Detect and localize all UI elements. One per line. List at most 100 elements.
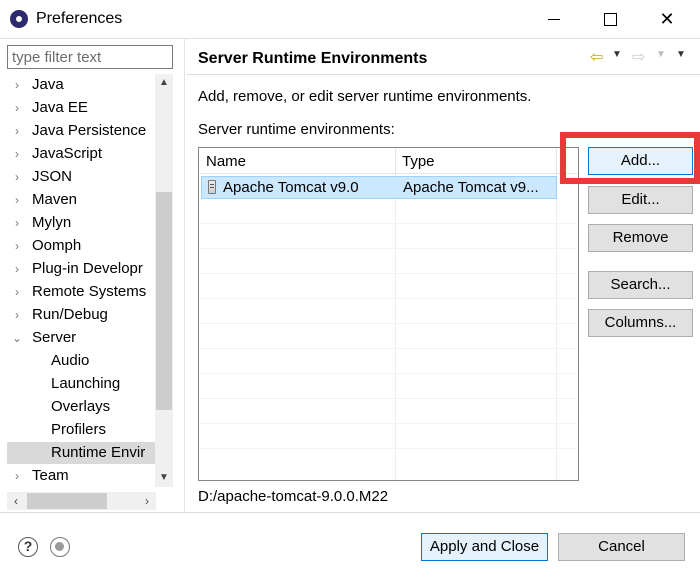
tree-item-json[interactable]: › JSON <box>7 166 162 188</box>
column-gridline <box>556 174 557 480</box>
tree-item-oomph[interactable]: › Oomph <box>7 235 162 257</box>
chevron-down-icon[interactable]: ⌄ <box>11 327 23 349</box>
eclipse-icon <box>10 10 28 28</box>
page-description: Add, remove, or edit server runtime envi… <box>198 88 532 105</box>
row-gridline <box>199 348 578 349</box>
tree-item-java-persistence[interactable]: › Java Persistence <box>7 120 162 142</box>
tree-item-label: Profilers <box>51 421 107 438</box>
scrollbar-thumb[interactable] <box>27 493 107 509</box>
forward-dropdown-icon[interactable]: ▼ <box>656 49 666 60</box>
add-button[interactable]: Add... <box>588 147 693 175</box>
chevron-right-icon[interactable]: › <box>11 120 23 142</box>
title-bar: Preferences ✕ <box>0 0 700 38</box>
row-gridline <box>199 373 578 374</box>
forward-arrow-icon[interactable]: ⇨ <box>632 47 645 67</box>
preference-tree: › Java › Java EE › Java Persistence › JavaSc… <box>7 74 174 510</box>
row-gridline <box>199 448 578 449</box>
scroll-up-icon[interactable]: ▲ <box>155 74 173 92</box>
tree-item-label: Overlays <box>51 398 111 415</box>
column-gridline <box>395 174 396 480</box>
tree-item-label: Audio <box>51 352 90 369</box>
chevron-right-icon[interactable]: › <box>11 258 23 280</box>
tree-item-javascript[interactable]: › JavaScript <box>7 143 162 165</box>
panel-divider[interactable] <box>184 38 185 512</box>
maximize-button[interactable] <box>587 0 633 38</box>
tree-item-plugin-development[interactable]: › Plug-in Developr <box>7 258 162 280</box>
tree-item-label: Java Persistence <box>32 122 147 139</box>
minimize-button[interactable] <box>531 0 577 38</box>
chevron-right-icon[interactable]: › <box>11 304 23 326</box>
scroll-down-icon[interactable]: ▼ <box>155 469 173 487</box>
column-header-type[interactable]: Type <box>402 153 435 170</box>
row-gridline <box>199 398 578 399</box>
chevron-right-icon[interactable]: › <box>11 97 23 119</box>
chevron-right-icon[interactable]: › <box>11 465 23 487</box>
column-divider[interactable] <box>556 148 557 174</box>
table-header: Name Type <box>199 148 578 174</box>
columns-button[interactable]: Columns... <box>588 309 693 337</box>
scroll-left-icon[interactable]: ‹ <box>7 492 25 510</box>
tree-item-label: Launching <box>51 375 121 392</box>
chevron-right-icon[interactable]: › <box>11 281 23 303</box>
row-gridline <box>199 323 578 324</box>
column-divider[interactable] <box>395 148 396 174</box>
tree-item-remote-systems[interactable]: › Remote Systems <box>7 281 162 303</box>
tree-item-profilers[interactable]: Profilers <box>7 419 162 441</box>
tree-item-run-debug[interactable]: › Run/Debug <box>7 304 162 326</box>
row-gridline <box>199 223 578 224</box>
tree-item-label: Oomph <box>32 237 82 254</box>
scrollbar-thumb[interactable] <box>156 192 172 410</box>
tree-item-launching[interactable]: Launching <box>7 373 162 395</box>
tree-item-label: JavaScript <box>32 145 103 162</box>
row-gridline <box>199 298 578 299</box>
tree-item-java[interactable]: › Java <box>7 74 162 96</box>
back-arrow-icon[interactable]: ⇦ <box>590 47 603 67</box>
tree-item-label: Run/Debug <box>32 306 108 323</box>
tree-item-maven[interactable]: › Maven <box>7 189 162 211</box>
apply-and-close-button[interactable]: Apply and Close <box>421 533 548 561</box>
tree-item-server[interactable]: ⌄ Server <box>7 327 162 349</box>
chevron-right-icon[interactable]: › <box>11 143 23 165</box>
tree-item-label: Java <box>32 76 64 93</box>
tree-item-label: Runtime Envir <box>51 444 146 461</box>
tree-item-mylyn[interactable]: › Mylyn <box>7 212 162 234</box>
back-dropdown-icon[interactable]: ▼ <box>612 49 622 60</box>
tree-item-audio[interactable]: Audio <box>7 350 162 372</box>
help-icon[interactable]: ? <box>18 537 38 557</box>
page-title: Server Runtime Environments <box>198 50 428 67</box>
table-row[interactable]: Apache Tomcat v9.0 Apache Tomcat v9... <box>201 176 557 199</box>
tree-item-label: Server <box>32 329 77 346</box>
tree-item-runtime-environments[interactable]: Runtime Envir <box>7 442 162 464</box>
tree-item-label: Team <box>32 467 69 484</box>
tree-item-team[interactable]: › Team <box>7 465 162 487</box>
close-button[interactable]: ✕ <box>644 0 690 38</box>
chevron-right-icon[interactable]: › <box>11 189 23 211</box>
divider <box>187 74 700 75</box>
server-icon <box>208 180 216 194</box>
cancel-button[interactable]: Cancel <box>558 533 685 561</box>
chevron-right-icon[interactable]: › <box>11 74 23 96</box>
filter-input[interactable] <box>7 45 173 69</box>
runtime-type: Apache Tomcat v9... <box>403 179 539 196</box>
row-gridline <box>199 248 578 249</box>
runtime-table[interactable]: Name Type Apache Tomcat v9.0 Apache Tomc… <box>198 147 579 481</box>
divider <box>0 512 700 513</box>
runtime-name: Apache Tomcat v9.0 <box>223 179 359 196</box>
runtime-location: D:/apache-tomcat-9.0.0.M22 <box>198 488 389 505</box>
remove-button[interactable]: Remove <box>588 224 693 252</box>
search-button[interactable]: Search... <box>588 271 693 299</box>
tree-vertical-scrollbar[interactable]: ▲ ▼ <box>155 74 173 487</box>
scroll-right-icon[interactable]: › <box>138 492 156 510</box>
chevron-right-icon[interactable]: › <box>11 166 23 188</box>
list-label: Server runtime environments: <box>198 121 395 138</box>
tree-item-overlays[interactable]: Overlays <box>7 396 162 418</box>
chevron-right-icon[interactable]: › <box>11 212 23 234</box>
tree-item-label: Maven <box>32 191 78 208</box>
tree-item-java-ee[interactable]: › Java EE <box>7 97 162 119</box>
edit-button[interactable]: Edit... <box>588 186 693 214</box>
column-header-name[interactable]: Name <box>206 153 246 170</box>
view-menu-icon[interactable]: ▼ <box>676 49 686 60</box>
chevron-right-icon[interactable]: › <box>11 235 23 257</box>
tree-horizontal-scrollbar[interactable]: ‹ › <box>7 492 156 510</box>
record-icon[interactable] <box>50 537 70 557</box>
